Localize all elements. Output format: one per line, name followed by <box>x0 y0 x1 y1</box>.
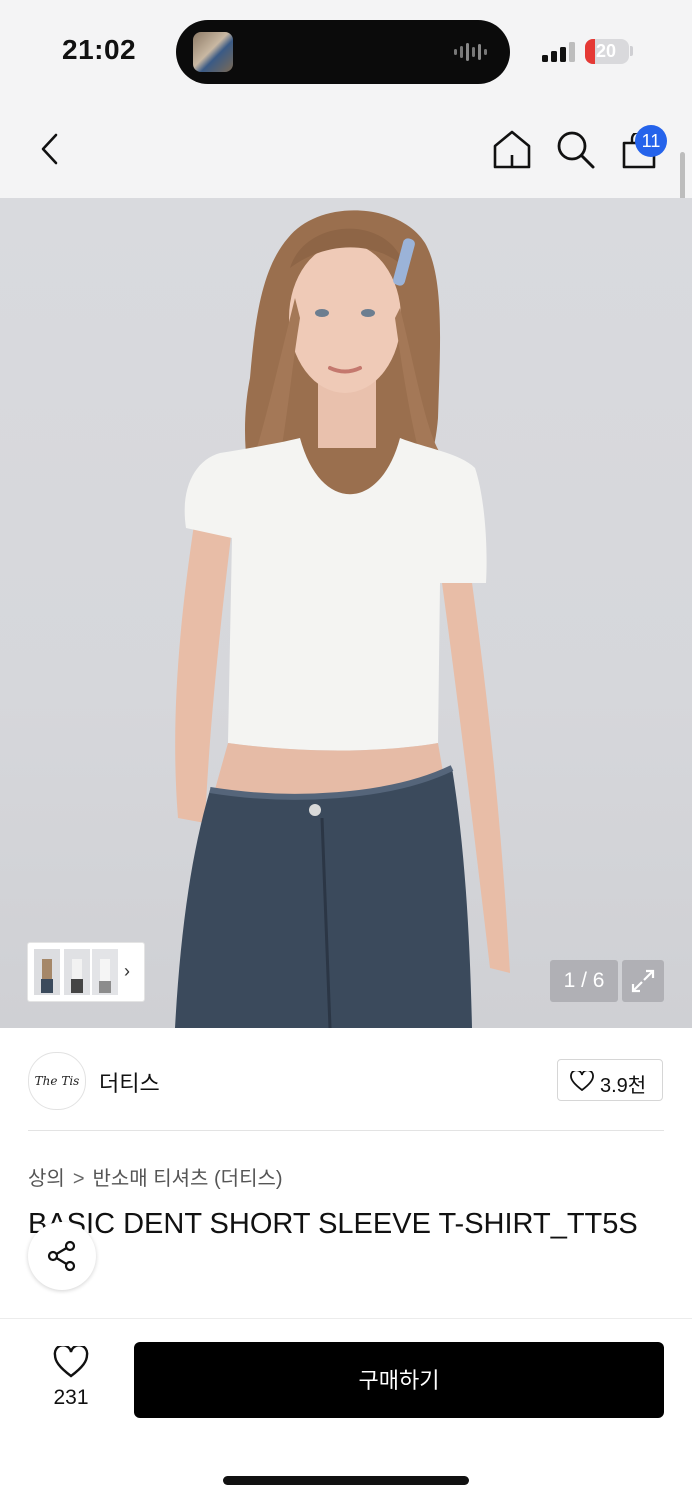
audio-wave-icon <box>454 43 487 61</box>
image-pager: 1 / 6 <box>550 960 618 1002</box>
thumbnail-3[interactable] <box>92 949 118 995</box>
breadcrumb-category[interactable]: 상의 <box>28 1168 65 1190</box>
bottom-bar-divider <box>0 1318 692 1319</box>
search-icon[interactable] <box>556 130 596 170</box>
battery-level: 20 <box>595 41 617 61</box>
battery-icon: 20 <box>585 39 629 64</box>
product-image[interactable]: › 1 / 6 <box>0 198 692 1028</box>
status-bar: 21:02 20 <box>0 0 692 100</box>
top-nav <box>0 100 692 198</box>
heart-icon <box>53 1346 89 1378</box>
thumbnail-2[interactable] <box>64 949 90 995</box>
cellular-signal-icon <box>542 42 575 62</box>
brand-like-button[interactable]: 3.9천 <box>557 1059 663 1101</box>
heart-icon <box>570 1071 594 1091</box>
product-title: BASIC DENT SHORT SLEEVE T-SHIRT_TT5S <box>28 1208 638 1240</box>
expand-icon[interactable] <box>622 960 664 1002</box>
share-icon <box>47 1240 76 1272</box>
dynamic-island[interactable] <box>176 20 510 84</box>
thumbnail-1[interactable] <box>34 949 60 995</box>
now-playing-artwork <box>193 32 233 72</box>
breadcrumb-subcategory[interactable]: 반소매 티셔츠 (더티스) <box>93 1168 283 1190</box>
back-chevron-icon[interactable] <box>38 132 62 166</box>
brand-name[interactable]: 더티스 <box>99 1066 160 1098</box>
thumbnail-strip[interactable]: › <box>28 943 144 1001</box>
home-indicator[interactable] <box>223 1476 469 1485</box>
breadcrumb: 상의 > 반소매 티셔츠 (더티스) <box>28 1162 283 1191</box>
thumbnail-next-chevron[interactable]: › <box>124 961 130 982</box>
cart-count-badge: 11 <box>635 125 667 157</box>
brand-logo[interactable]: The Tis <box>28 1052 86 1110</box>
buy-button[interactable]: 구매하기 <box>134 1342 664 1418</box>
wishlist-button[interactable]: 231 <box>36 1344 106 1414</box>
breadcrumb-separator: > <box>72 1168 85 1190</box>
brand-like-count: 3.9천 <box>600 1075 647 1097</box>
model-photo <box>175 210 510 1028</box>
share-button[interactable] <box>28 1222 96 1290</box>
home-icon[interactable] <box>492 129 532 169</box>
status-time: 21:02 <box>62 34 137 65</box>
wishlist-count: 231 <box>53 1386 89 1409</box>
divider <box>28 1130 664 1131</box>
